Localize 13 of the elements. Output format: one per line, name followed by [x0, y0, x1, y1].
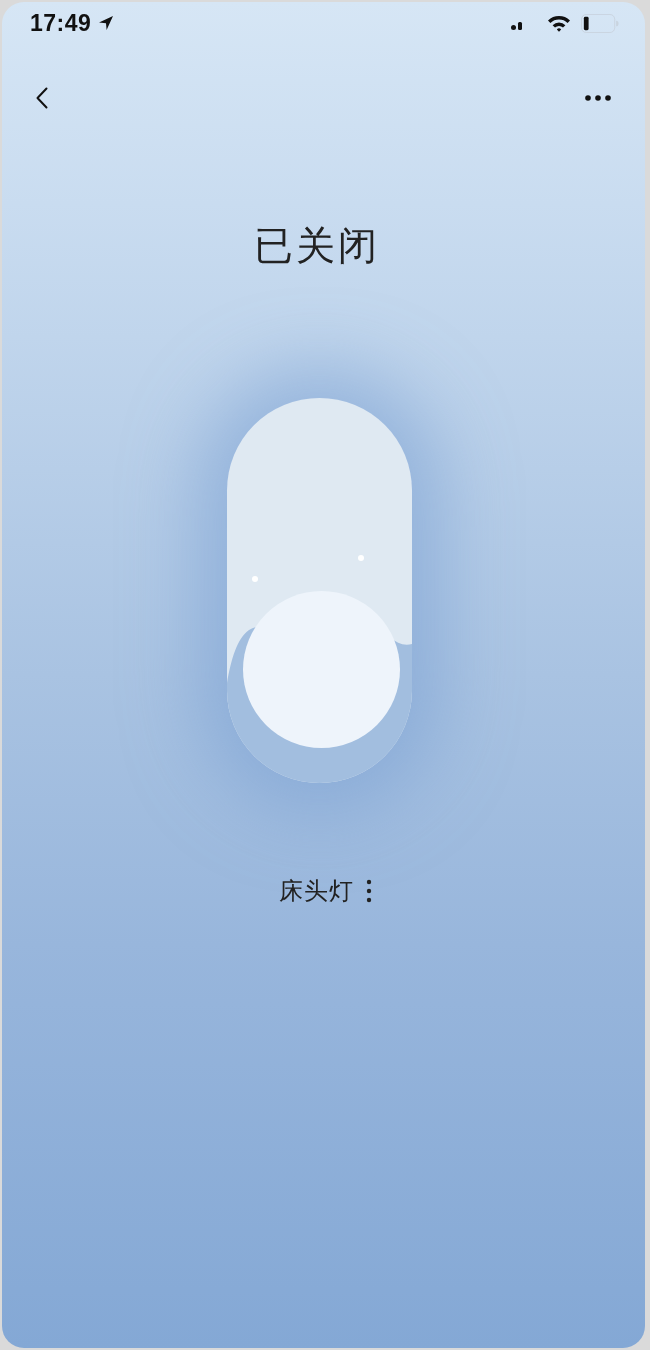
device-name: 床头灯: [279, 876, 354, 907]
status-time: 17:49: [30, 9, 92, 37]
signal-icon: [511, 20, 523, 30]
back-chevron-icon: [36, 87, 48, 109]
battery-icon: [581, 13, 619, 33]
sparkle-dot-icon: [251, 576, 258, 582]
vertical-dots-icon: [366, 879, 372, 903]
sparkle-dot-icon: [357, 555, 364, 561]
location-arrow-icon: [98, 15, 115, 31]
device-menu-button[interactable]: [366, 879, 372, 903]
status-title: 已关闭: [253, 222, 380, 270]
more-dots-icon: [585, 95, 611, 101]
wifi-icon: [547, 14, 571, 32]
